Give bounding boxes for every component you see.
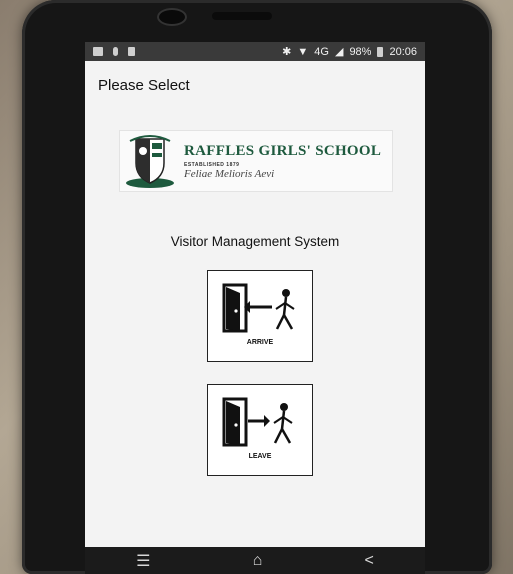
school-motto: Feliae Melioris Aevi [184, 167, 275, 180]
front-camera [157, 8, 187, 26]
leave-button[interactable]: LEAVE [207, 384, 313, 476]
leave-icon [222, 397, 293, 447]
bluetooth-icon: ✱ [282, 46, 292, 58]
mic-notification-icon [113, 47, 118, 56]
school-name: RAFFLES GIRLS' SCHOOL [184, 142, 382, 159]
back-icon[interactable]: < [365, 552, 374, 570]
school-logo: RAFFLES GIRLS' SCHOOL ESTABLISHED 1879 F… [119, 130, 393, 192]
arrive-icon [222, 283, 295, 333]
wifi-icon: ▼ [297, 45, 309, 58]
earpiece-speaker [212, 12, 272, 20]
android-nav-bar: ☰ ⌂ < [85, 547, 425, 574]
signal-icon: ◢ [334, 46, 344, 58]
network-type: 4G [314, 45, 329, 58]
leave-label: LEAVE [248, 453, 272, 460]
page-title: Please Select [98, 77, 190, 94]
clock: 20:06 [389, 45, 417, 58]
arrive-button[interactable]: ARRIVE [207, 270, 313, 362]
arrive-label: ARRIVE [246, 339, 274, 346]
system-title: Visitor Management System [170, 234, 340, 249]
menu-icon[interactable]: ☰ [136, 551, 150, 571]
app-screen: ✱ ▼ 4G ◢ 98% 20:06 Please Select RAFFLES… [85, 42, 425, 547]
home-icon[interactable]: ⌂ [253, 552, 263, 570]
battery-percent: 98% [349, 45, 372, 58]
app-notification-icon [128, 47, 135, 56]
school-crest-icon [126, 135, 174, 188]
battery-icon [377, 46, 384, 57]
image-notification-icon [93, 47, 103, 56]
status-bar: ✱ ▼ 4G ◢ 98% 20:06 [85, 42, 425, 61]
